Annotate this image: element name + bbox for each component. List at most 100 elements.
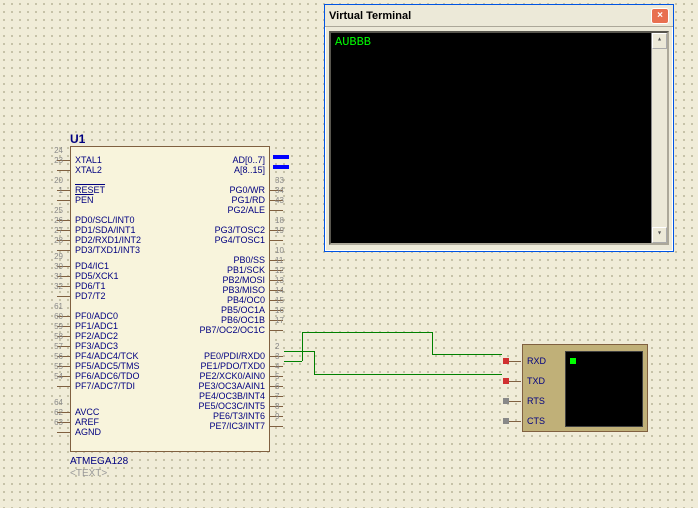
pin-number: 62: [43, 408, 63, 417]
pin-label: PF4/ADC4/TCK: [71, 351, 143, 361]
pin-pf5-adc5-tms[interactable]: 56PF5/ADC5/TMS: [71, 361, 144, 371]
pin-reset[interactable]: 20RESET: [71, 185, 109, 195]
pin-xtal2[interactable]: 23XTAL2: [71, 165, 106, 175]
pin-pe7-ic3-int7[interactable]: 9PE7/IC3/INT7: [205, 421, 269, 431]
pin-label: PE2/XCK0/AIN0: [195, 371, 269, 381]
pin-number: 23: [43, 156, 63, 165]
pin-stub: [269, 426, 283, 427]
pin-stub: [269, 210, 283, 211]
pin-stub: [507, 401, 521, 402]
pin-pf4-adc4-tck[interactable]: 57PF4/ADC4/TCK: [71, 351, 143, 361]
pin-stub: [507, 361, 521, 362]
pin-pb4-oc0[interactable]: 14PB4/OC0: [223, 295, 269, 305]
pin-pg3-tosc2[interactable]: 18PG3/TOSC2: [211, 225, 269, 235]
pin-number: 60: [43, 312, 63, 321]
pin-pe1-pdo-txd0[interactable]: 3PE1/PDO/TXD0: [196, 361, 269, 371]
pin-number: 13: [275, 276, 295, 285]
component-u1[interactable]: 24XTAL123XTAL220RESET1PEN25PD0/SCL/INT02…: [70, 146, 270, 452]
pin-number: 3: [275, 352, 295, 361]
pin-number: 19: [275, 226, 295, 235]
pin-pe2-xck0-ain0[interactable]: 4PE2/XCK0/AIN0: [195, 371, 269, 381]
wire: [314, 351, 315, 374]
pin-pe0-pdi-rxd0[interactable]: 2PE0/PDI/RXD0: [200, 351, 269, 361]
pin-pf3-adc3[interactable]: 58PF3/ADC3: [71, 341, 122, 351]
pin-label: PE6/T3/INT6: [209, 411, 269, 421]
pin-label: PF3/ADC3: [71, 341, 122, 351]
pin-pd1-sda-int1[interactable]: 26PD1/SDA/INT1: [71, 225, 140, 235]
pin-stub: [57, 250, 71, 251]
pin-avcc[interactable]: 64AVCC: [71, 407, 103, 417]
pin-pf6-adc6-tdo[interactable]: 55PF6/ADC6/TDO: [71, 371, 144, 381]
pin-pe6-t3-int6[interactable]: 8PE6/T3/INT6: [209, 411, 269, 421]
pin-pen[interactable]: 1PEN: [71, 195, 98, 205]
pin-pg4-tosc1[interactable]: 19PG4/TOSC1: [211, 235, 269, 245]
node-indicator: [503, 358, 509, 364]
pin-pb6-oc1b[interactable]: 16PB6/OC1B: [217, 315, 269, 325]
pin-pd5-xck1[interactable]: 30PD5/XCK1: [71, 271, 123, 281]
pin-label: PF5/ADC5/TMS: [71, 361, 144, 371]
virtual-terminal-instrument[interactable]: RXD TXD RTS CTS: [522, 344, 648, 432]
pin-label: AGND: [71, 427, 105, 437]
pin-pd4-ic1[interactable]: 29PD4/IC1: [71, 261, 113, 271]
terminal-scrollbar[interactable]: ▴ ▾: [651, 33, 667, 243]
virtual-terminal-window: Virtual Terminal × AUBBB ▴ ▾: [324, 4, 674, 252]
pin-pe5-oc3c-int5[interactable]: 7PE5/OC3C/INT5: [194, 401, 269, 411]
instrument-pin-rts[interactable]: RTS: [527, 395, 545, 407]
pin-ad-0-7-[interactable]: AD[0..7]: [228, 155, 269, 165]
pin-a-8-15-[interactable]: A[8..15]: [230, 165, 269, 175]
pin-pg0-wr[interactable]: 33PG0/WR: [225, 185, 269, 195]
pin-aref[interactable]: 62AREF: [71, 417, 103, 427]
pin-pf1-adc1[interactable]: 60PF1/ADC1: [71, 321, 122, 331]
scroll-down-icon[interactable]: ▾: [652, 227, 667, 243]
pin-pg1-rd[interactable]: 34PG1/RD: [227, 195, 269, 205]
pin-number: 11: [275, 256, 295, 265]
virtual-terminal-titlebar[interactable]: Virtual Terminal ×: [325, 5, 673, 27]
pin-pb3-miso[interactable]: 13PB3/MISO: [218, 285, 269, 295]
pin-number: 56: [43, 352, 63, 361]
pin-number: 17: [275, 316, 295, 325]
component-text-u1[interactable]: <TEXT>: [70, 468, 107, 479]
pin-pe4-oc3b-int4[interactable]: 6PE4/OC3B/INT4: [195, 391, 269, 401]
pin-number: 24: [43, 146, 63, 155]
pin-label: PB1/SCK: [223, 265, 269, 275]
pin-agnd[interactable]: 63AGND: [71, 427, 105, 437]
pin-number: 61: [43, 302, 63, 311]
pin-xtal1[interactable]: 24XTAL1: [71, 155, 106, 165]
pin-pb7-oc2-oc1c[interactable]: 17PB7/OC2/OC1C: [195, 325, 269, 335]
pin-pd6-t1[interactable]: 31PD6/T1: [71, 281, 110, 291]
pin-pb2-mosi[interactable]: 12PB2/MOSI: [218, 275, 269, 285]
wire: [302, 332, 303, 361]
pin-label: PE5/OC3C/INT5: [194, 401, 269, 411]
pin-pd2-rxd1-int2[interactable]: 27PD2/RXD1/INT2: [71, 235, 145, 245]
pin-pd3-txd1-int3[interactable]: 28PD3/TXD1/INT3: [71, 245, 144, 255]
instrument-pin-cts[interactable]: CTS: [527, 415, 545, 427]
pin-label: PG0/WR: [225, 185, 269, 195]
pin-label: PG2/ALE: [223, 205, 269, 215]
component-part-u1[interactable]: ATMEGA128: [70, 456, 128, 467]
pin-pb5-oc1a[interactable]: 15PB5/OC1A: [217, 305, 269, 315]
pin-pf0-adc0[interactable]: 61PF0/ADC0: [71, 311, 122, 321]
pin-number: 15: [275, 296, 295, 305]
virtual-terminal-body[interactable]: AUBBB ▴ ▾: [329, 31, 669, 245]
pin-number: 16: [275, 306, 295, 315]
pin-pb1-sck[interactable]: 11PB1/SCK: [223, 265, 269, 275]
instrument-pin-rxd[interactable]: RXD: [527, 355, 546, 367]
pin-pg2-ale[interactable]: 43PG2/ALE: [223, 205, 269, 215]
pin-pf2-adc2[interactable]: 59PF2/ADC2: [71, 331, 122, 341]
pin-pf7-adc7-tdi[interactable]: 54PF7/ADC7/TDI: [71, 381, 139, 391]
instrument-pin-txd[interactable]: TXD: [527, 375, 545, 387]
pin-label: PB7/OC2/OC1C: [195, 325, 269, 335]
pin-pb0-ss[interactable]: 10PB0/SS: [229, 255, 269, 265]
pin-number: 20: [43, 176, 63, 185]
pin-label: PD4/IC1: [71, 261, 113, 271]
wire: [302, 332, 432, 333]
close-icon[interactable]: ×: [651, 8, 669, 24]
pin-pd0-scl-int0[interactable]: 25PD0/SCL/INT0: [71, 215, 139, 225]
pin-pd7-t2[interactable]: 32PD7/T2: [71, 291, 110, 301]
component-ref-u1[interactable]: U1: [70, 132, 85, 146]
node-indicator: [503, 378, 509, 384]
pin-pe3-oc3a-ain1[interactable]: 5PE3/OC3A/AIN1: [194, 381, 269, 391]
pin-label: PD5/XCK1: [71, 271, 123, 281]
pin-label: PG4/TOSC1: [211, 235, 269, 245]
scroll-up-icon[interactable]: ▴: [652, 33, 667, 49]
